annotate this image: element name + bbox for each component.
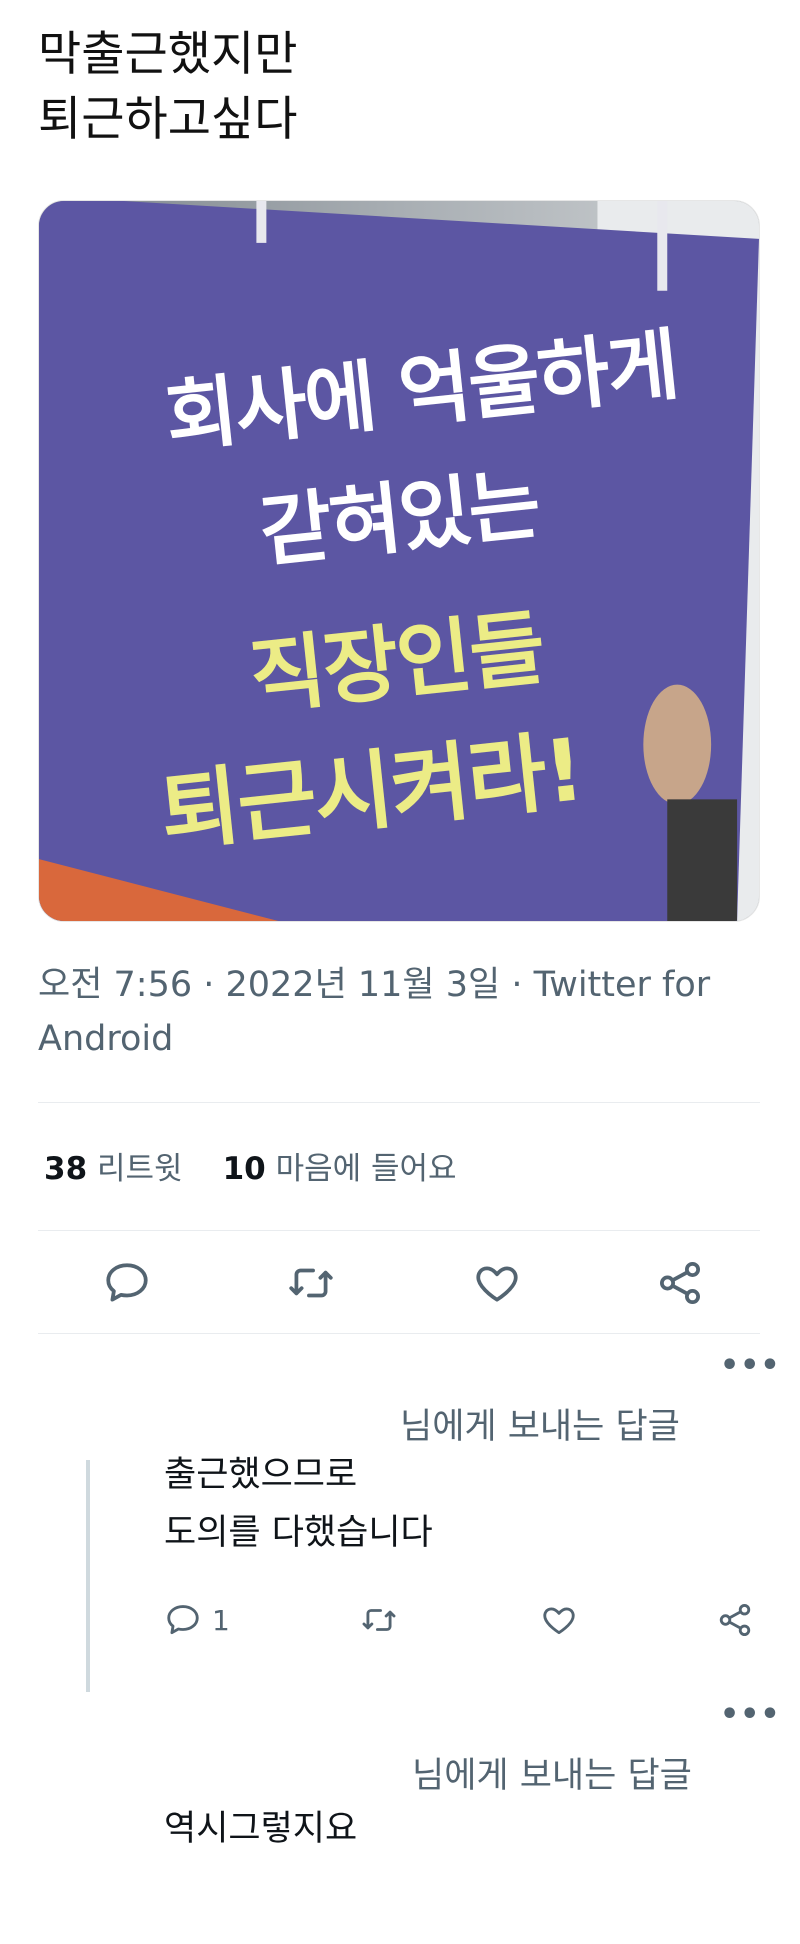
retweet-icon bbox=[289, 1268, 333, 1298]
reply-count: 1 bbox=[212, 1603, 230, 1637]
retweet-button[interactable] bbox=[360, 1600, 398, 1640]
tweet-timestamp: 오전 7:56 · 2022년 11월 3일 · Twitter for And… bbox=[38, 965, 711, 1059]
replying-to-label: 님에게 보내는 답글 bbox=[400, 1407, 680, 1447]
reply-text: 역시그렇지요 bbox=[164, 1809, 358, 1849]
tweet-stats: 38 리트윗 10 마음에 들어요 bbox=[44, 1143, 457, 1188]
sign-line-4: 퇴근시켜라! bbox=[155, 720, 587, 864]
retweet-label: 리트윗 bbox=[97, 1151, 183, 1187]
more-options-icon[interactable]: ••• bbox=[720, 1700, 781, 1730]
share-button[interactable] bbox=[716, 1600, 754, 1640]
reply-icon bbox=[167, 1605, 199, 1635]
reply-button[interactable] bbox=[102, 1258, 152, 1308]
tweet-action-bar bbox=[38, 1250, 760, 1314]
retweet-button[interactable] bbox=[286, 1258, 336, 1308]
share-icon bbox=[719, 1604, 751, 1636]
like-icon bbox=[543, 1607, 575, 1635]
like-icon bbox=[476, 1266, 518, 1302]
retweet-icon bbox=[362, 1609, 396, 1631]
like-count: 10 bbox=[222, 1151, 266, 1187]
retweet-count: 38 bbox=[44, 1151, 88, 1187]
share-button[interactable] bbox=[655, 1258, 705, 1308]
replying-to-label: 님에게 보내는 답글 bbox=[412, 1756, 692, 1796]
thread-line bbox=[86, 1460, 90, 1692]
sign-line-1: 회사에 억울하게 bbox=[161, 320, 682, 464]
reply-text: 출근했으므로 도의를 다했습니다 bbox=[164, 1455, 433, 1553]
reply-icon bbox=[106, 1263, 148, 1302]
like-button[interactable] bbox=[472, 1258, 522, 1308]
like-label: 마음에 들어요 bbox=[275, 1151, 457, 1187]
tweet-media-image[interactable]: 회사에 억울하게 갇혀있는 직장인들 퇴근시켜라! bbox=[38, 200, 760, 922]
divider bbox=[38, 1102, 760, 1103]
share-icon bbox=[659, 1261, 701, 1305]
reply-action-bar: 1 bbox=[160, 1600, 770, 1650]
retweet-count-link[interactable]: 38 리트윗 bbox=[44, 1151, 183, 1187]
like-count-link[interactable]: 10 마음에 들어요 bbox=[223, 1151, 457, 1187]
sign-line-2: 갇혀있는 bbox=[255, 459, 543, 579]
tweet-text: 막출근했지만 퇴근하고싶다 bbox=[38, 27, 298, 147]
more-options-icon[interactable]: ••• bbox=[720, 1351, 781, 1381]
divider bbox=[38, 1333, 760, 1334]
reply-button[interactable]: 1 bbox=[164, 1600, 230, 1640]
divider bbox=[38, 1230, 760, 1231]
like-button[interactable] bbox=[540, 1600, 578, 1640]
